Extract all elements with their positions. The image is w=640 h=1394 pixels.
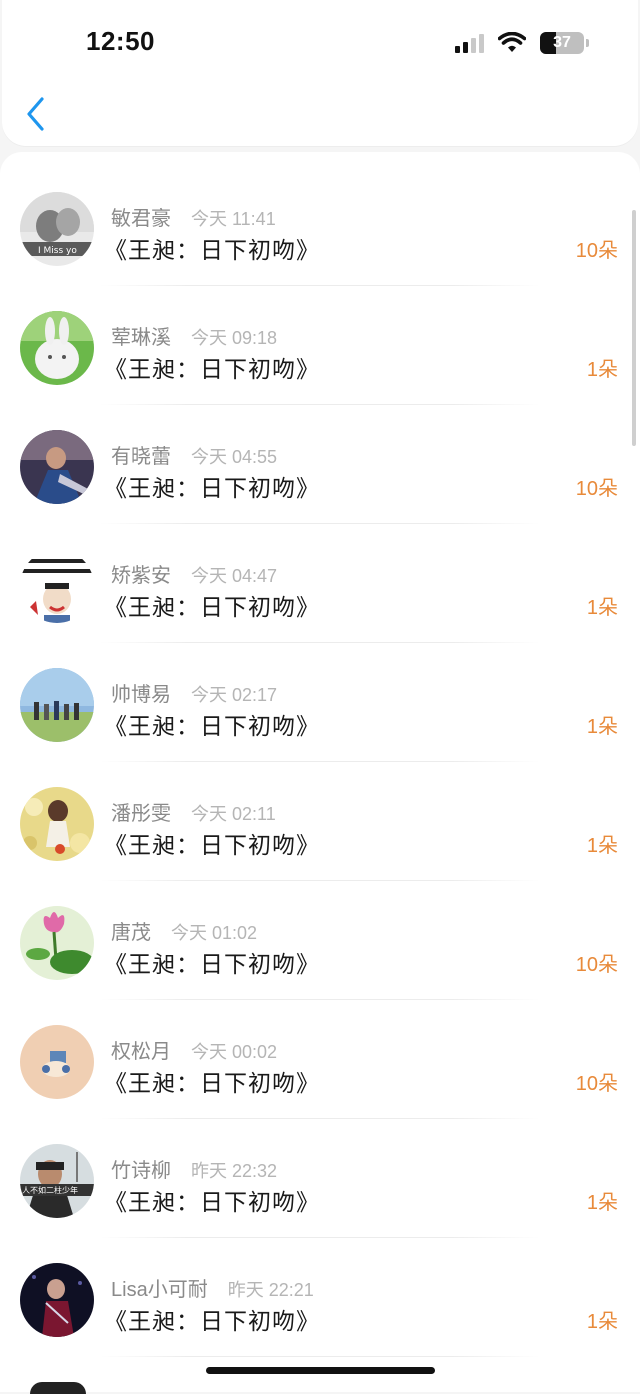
flower-count: 1朵: [586, 1192, 618, 1214]
avatar[interactable]: [20, 1263, 94, 1337]
user-name[interactable]: 敏君豪: [111, 202, 171, 231]
flower-count: 1朵: [586, 1311, 618, 1333]
name-line: 有晓蕾 今天 04:55: [111, 440, 277, 469]
work-title: 《王昶：日下初吻》: [104, 356, 320, 382]
name-line: 矫紫安 今天 04:47: [111, 559, 277, 588]
list-item[interactable]: 权松月 今天 00:02 《王昶：日下初吻》 10朵: [0, 1000, 640, 1119]
flower-count: 1朵: [586, 716, 618, 738]
flower-count: 10朵: [575, 1073, 618, 1095]
list-item[interactable]: 人不如二柱少年 竹诗柳 昨天 22:32 《王昶：日下初吻》 1朵: [0, 1119, 640, 1238]
flower-count: 10朵: [575, 954, 618, 976]
next-avatar-peek: [30, 1382, 86, 1394]
work-title: 《王昶：日下初吻》: [104, 1308, 320, 1334]
user-name[interactable]: 竹诗柳: [111, 1154, 171, 1183]
home-indicator[interactable]: [206, 1367, 435, 1374]
back-button[interactable]: [22, 94, 52, 134]
timestamp: 今天 02:17: [191, 685, 278, 705]
work-title: 《王昶：日下初吻》: [104, 594, 320, 620]
divider: [100, 1356, 540, 1357]
svg-text:人不如二柱少年: 人不如二柱少年: [22, 1185, 78, 1195]
list-item[interactable]: 帅博易 今天 02:17 《王昶：日下初吻》 1朵: [0, 643, 640, 762]
scrollbar[interactable]: [632, 210, 636, 446]
timestamp: 今天 04:47: [191, 566, 278, 586]
svg-text:I Miss yo: I Miss yo: [38, 246, 77, 256]
list-item[interactable]: 矫紫安 今天 04:47 《王昶：日下初吻》 1朵: [0, 524, 640, 643]
battery-icon: 37: [540, 32, 589, 54]
name-line: 唐茂 今天 01:02: [111, 916, 257, 945]
avatar[interactable]: [20, 430, 94, 504]
avatar[interactable]: [20, 668, 94, 742]
name-line: 荤琳溪 今天 09:18: [111, 321, 277, 350]
user-name[interactable]: 矫紫安: [111, 559, 171, 588]
name-line: 帅博易 今天 02:17: [111, 678, 277, 707]
timestamp: 今天 09:18: [191, 328, 278, 348]
chevron-left-icon: [27, 97, 44, 131]
work-title: 《王昶：日下初吻》: [104, 832, 320, 858]
wifi-icon: [498, 32, 526, 52]
flower-count: 1朵: [586, 359, 618, 381]
avatar[interactable]: [20, 787, 94, 861]
status-time: 12:50: [86, 26, 155, 56]
work-title: 《王昶：日下初吻》: [104, 1189, 320, 1215]
flower-count: 1朵: [586, 597, 618, 619]
user-name[interactable]: 权松月: [111, 1035, 171, 1064]
flower-count: 10朵: [575, 478, 618, 500]
avatar[interactable]: I Miss yo: [20, 192, 94, 266]
list-item[interactable]: 有晓蕾 今天 04:55 《王昶：日下初吻》 10朵: [0, 405, 640, 524]
timestamp: 今天 11:41: [191, 209, 276, 229]
cellular-signal-icon: [455, 33, 484, 53]
work-title: 《王昶：日下初吻》: [104, 713, 320, 739]
list-item[interactable]: 唐茂 今天 01:02 《王昶：日下初吻》 10朵: [0, 881, 640, 1000]
timestamp: 昨天 22:21: [227, 1280, 314, 1300]
user-name[interactable]: 帅博易: [111, 678, 171, 707]
user-name[interactable]: 唐茂: [111, 916, 151, 945]
status-icons: 37: [455, 32, 589, 54]
work-title: 《王昶：日下初吻》: [104, 237, 320, 263]
battery-level: 37: [553, 34, 571, 51]
timestamp: 昨天 22:32: [191, 1161, 278, 1181]
list-item[interactable]: 潘彤雯 今天 02:11 《王昶：日下初吻》 1朵: [0, 762, 640, 881]
timestamp: 今天 01:02: [171, 923, 258, 943]
avatar[interactable]: [20, 1025, 94, 1099]
avatar[interactable]: [20, 549, 94, 623]
name-line: 竹诗柳 昨天 22:32: [111, 1154, 277, 1183]
list-item[interactable]: Lisa小可耐 昨天 22:21 《王昶：日下初吻》 1朵: [0, 1238, 640, 1357]
work-title: 《王昶：日下初吻》: [104, 475, 320, 501]
work-title: 《王昶：日下初吻》: [104, 951, 320, 977]
flower-count: 1朵: [586, 835, 618, 857]
timestamp: 今天 00:02: [191, 1042, 278, 1062]
list-item[interactable]: 荤琳溪 今天 09:18 《王昶：日下初吻》 1朵: [0, 286, 640, 405]
user-name[interactable]: 潘彤雯: [111, 797, 171, 826]
name-line: 敏君豪 今天 11:41: [111, 202, 276, 231]
timestamp: 今天 02:11: [191, 804, 276, 824]
user-name[interactable]: 有晓蕾: [111, 440, 171, 469]
name-line: Lisa小可耐 昨天 22:21: [111, 1273, 314, 1302]
timestamp: 今天 04:55: [191, 447, 278, 467]
list-item[interactable]: I Miss yo 敏君豪 今天 11:41 《王昶：日下初吻》 10朵: [0, 167, 640, 286]
user-name[interactable]: 荤琳溪: [111, 321, 171, 350]
flower-count: 10朵: [575, 240, 618, 262]
name-line: 潘彤雯 今天 02:11: [111, 797, 276, 826]
avatar[interactable]: [20, 311, 94, 385]
top-header: 12:50 37: [2, 0, 638, 146]
gift-record-list[interactable]: I Miss yo 敏君豪 今天 11:41 《王昶：日下初吻》 10朵 荤琳溪: [0, 152, 640, 1392]
name-line: 权松月 今天 00:02: [111, 1035, 277, 1064]
avatar[interactable]: 人不如二柱少年: [20, 1144, 94, 1218]
work-title: 《王昶：日下初吻》: [104, 1070, 320, 1096]
avatar[interactable]: [20, 906, 94, 980]
user-name[interactable]: Lisa小可耐: [111, 1273, 208, 1302]
